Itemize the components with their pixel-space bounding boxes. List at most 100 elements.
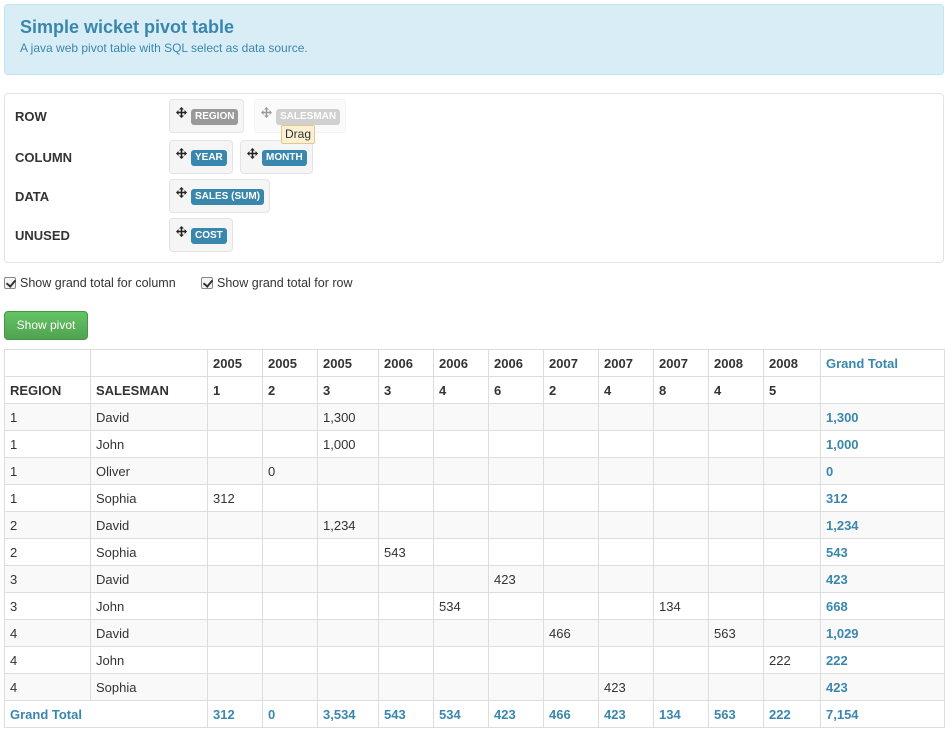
value-cell	[598, 484, 654, 512]
grand-total-column-label: Show grand total for column	[20, 276, 176, 290]
field-chip-year[interactable]: YEAR	[169, 140, 233, 174]
header-row-years: 2005 2005 2005 2006 2006 2006 2007 2007 …	[4, 349, 945, 377]
month-header: 4	[598, 376, 654, 404]
field-chip-sales-sum[interactable]: SALES (SUM)	[169, 179, 270, 213]
year-header: 2006	[433, 349, 489, 377]
value-cell	[433, 484, 489, 512]
value-cell	[763, 619, 821, 647]
salesman-cell: David	[90, 619, 208, 647]
grand-total-cell: 423	[488, 700, 544, 728]
value-cell	[262, 673, 318, 701]
field-chip-month[interactable]: MONTH	[240, 140, 313, 174]
value-cell	[207, 646, 263, 674]
salesman-cell: David	[90, 511, 208, 539]
month-header: 3	[317, 376, 379, 404]
salesman-cell: Sophia	[90, 484, 208, 512]
move-icon	[176, 187, 187, 198]
value-cell	[543, 592, 599, 620]
value-cell: 222	[763, 646, 821, 674]
value-cell	[433, 619, 489, 647]
salesman-cell: John	[90, 646, 208, 674]
value-cell	[488, 592, 544, 620]
area-row: ROW REGION SALESMAN	[5, 99, 943, 135]
area-unused: UNUSED COST	[5, 218, 943, 254]
salesman-cell: Sophia	[90, 673, 208, 701]
value-cell	[543, 646, 599, 674]
value-cell	[378, 457, 434, 485]
value-cell	[488, 619, 544, 647]
grand-total-row-checkbox[interactable]	[201, 277, 213, 289]
row-total-cell: 312	[820, 484, 945, 512]
salesman-header: SALESMAN	[90, 376, 208, 404]
salesman-cell: Oliver	[90, 457, 208, 485]
table-row: 4 David 466 563 1,029	[4, 619, 945, 647]
month-header: 6	[488, 376, 544, 404]
value-cell: 423	[598, 673, 654, 701]
region-cell: 1	[4, 457, 91, 485]
value-cell	[262, 646, 318, 674]
grand-total-cell: 3,534	[317, 700, 379, 728]
value-cell	[763, 484, 821, 512]
year-header: 2008	[763, 349, 821, 377]
value-cell: 1,300	[317, 403, 379, 431]
region-cell: 4	[4, 619, 91, 647]
year-header: 2005	[317, 349, 379, 377]
header-banner: Simple wicket pivot table A java web piv…	[4, 4, 944, 75]
value-cell	[653, 403, 709, 431]
value-cell	[543, 538, 599, 566]
year-header: 2007	[653, 349, 709, 377]
grand-total-column-checkbox[interactable]	[4, 277, 16, 289]
grand-total-cell: 423	[598, 700, 654, 728]
month-header: 1	[207, 376, 263, 404]
region-cell: 2	[4, 538, 91, 566]
grand-total-overall: 7,154	[820, 700, 945, 728]
value-cell: 134	[653, 592, 709, 620]
value-cell	[317, 619, 379, 647]
value-cell	[543, 511, 599, 539]
month-header: 4	[708, 376, 764, 404]
value-cell	[708, 430, 764, 458]
page-subtitle: A java web pivot table with SQL select a…	[20, 41, 308, 55]
value-cell	[708, 457, 764, 485]
value-cell	[262, 403, 318, 431]
grand-total-row-option[interactable]: Show grand total for row	[201, 276, 353, 290]
region-cell: 4	[4, 673, 91, 701]
field-chip-cost[interactable]: COST	[169, 218, 233, 252]
value-cell	[598, 565, 654, 593]
value-cell	[207, 592, 263, 620]
value-cell	[543, 565, 599, 593]
table-row: 2 David 1,234 1,234	[4, 511, 945, 539]
value-cell	[378, 592, 434, 620]
value-cell	[433, 511, 489, 539]
value-cell	[262, 511, 318, 539]
pivot-body: 1 David 1,300 1,300 1 John 1,000 1,000 1 Oliver 0 0…	[4, 403, 945, 701]
value-cell	[653, 673, 709, 701]
value-cell	[543, 430, 599, 458]
value-cell	[763, 673, 821, 701]
value-cell	[378, 511, 434, 539]
value-cell	[207, 430, 263, 458]
area-data-label: DATA	[15, 189, 50, 204]
region-cell: 1	[4, 403, 91, 431]
value-cell	[207, 619, 263, 647]
grand-total-column-option[interactable]: Show grand total for column	[4, 276, 176, 290]
value-cell	[433, 565, 489, 593]
grand-total-cell: 563	[708, 700, 764, 728]
value-cell	[543, 484, 599, 512]
value-cell	[763, 403, 821, 431]
value-cell: 312	[207, 484, 263, 512]
value-cell	[708, 646, 764, 674]
row-total-cell: 668	[820, 592, 945, 620]
value-cell	[763, 457, 821, 485]
row-total-cell: 423	[820, 565, 945, 593]
field-chip-region[interactable]: REGION	[169, 99, 245, 133]
field-badge: SALESMAN	[276, 109, 341, 125]
value-cell	[433, 457, 489, 485]
value-cell	[653, 484, 709, 512]
header-empty-cell	[4, 349, 91, 377]
show-pivot-button[interactable]: Show pivot	[4, 311, 88, 340]
month-header: 2	[262, 376, 318, 404]
value-cell	[317, 565, 379, 593]
value-cell: 543	[378, 538, 434, 566]
value-cell: 1,000	[317, 430, 379, 458]
